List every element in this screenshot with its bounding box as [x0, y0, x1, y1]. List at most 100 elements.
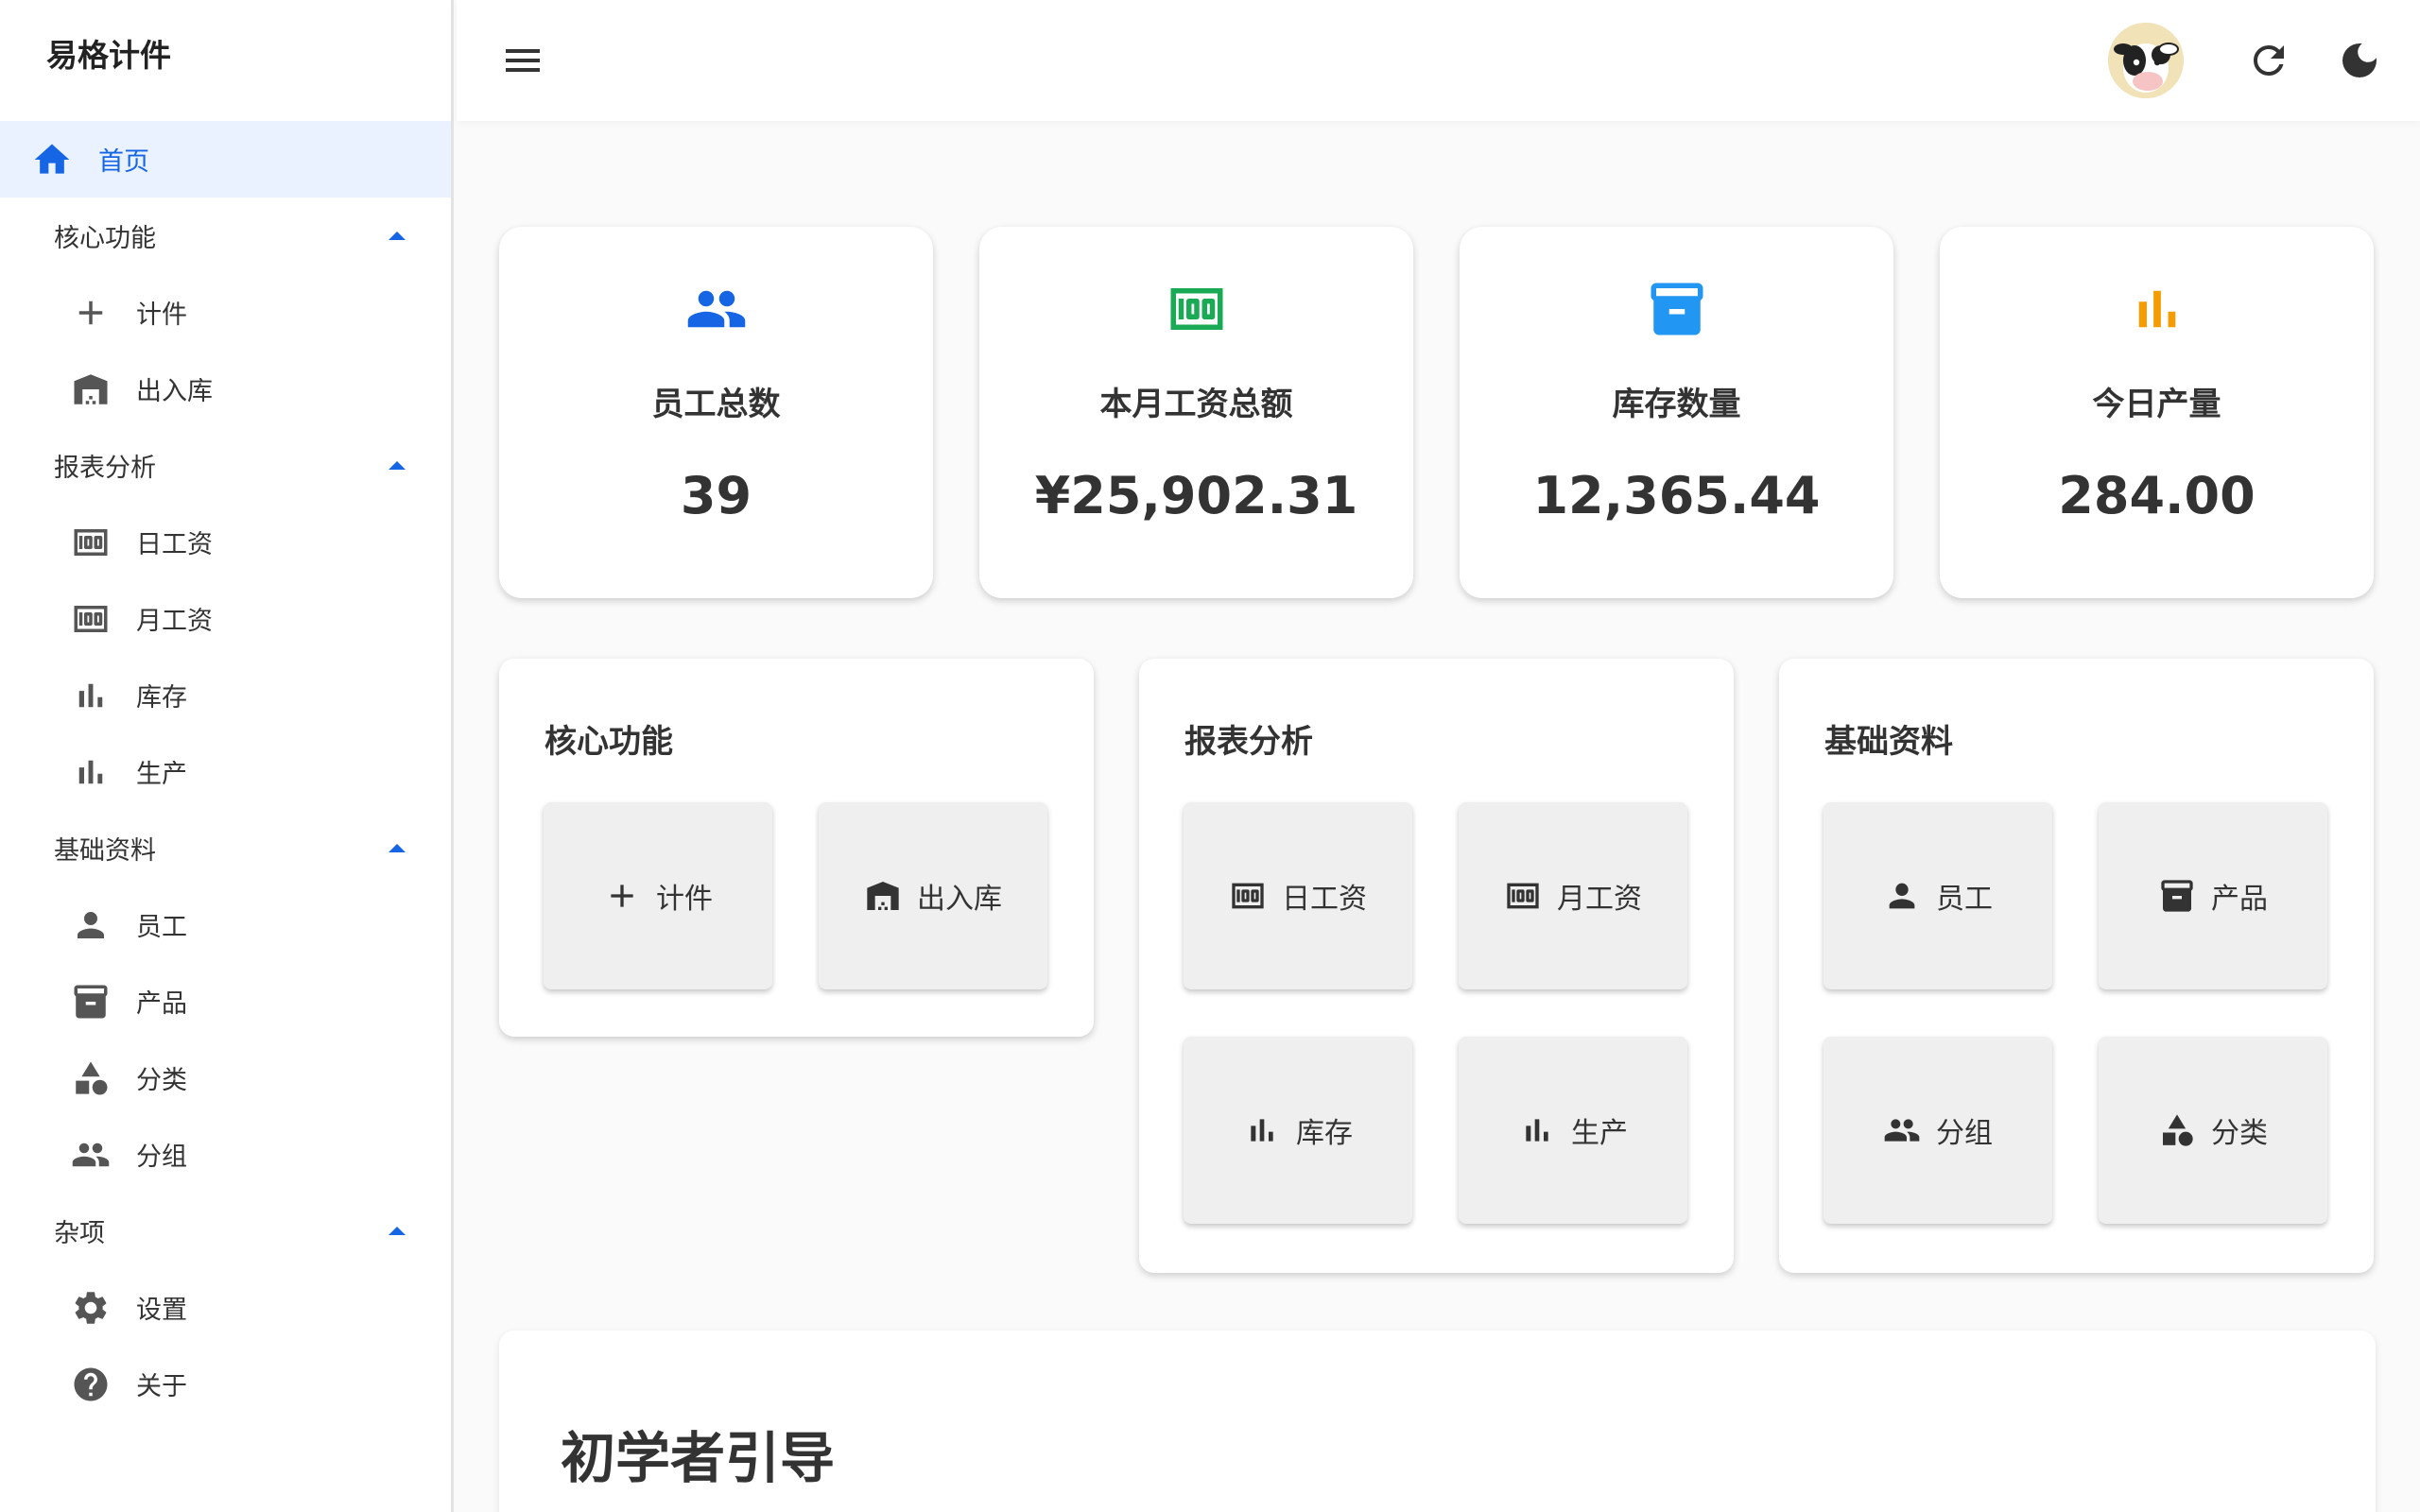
sidebar-item-label: 月工资	[136, 607, 213, 636]
sidebar-item-production[interactable]: 生产	[0, 733, 451, 810]
sidebar: 易格计件 首页 核心功能 计件 出入库 报表分析 日工资 月工资 库存 生产 基…	[0, 0, 454, 1512]
section-core: 核心功能 计件 出入库	[499, 659, 1094, 1037]
tile-label: 日工资	[1282, 883, 1367, 916]
top-bar	[457, 0, 2420, 121]
warehouse-icon	[71, 369, 111, 409]
stat-value: 39	[680, 466, 752, 525]
tile-label: 员工	[1936, 883, 1993, 916]
sidebar-item-label: 员工	[136, 913, 187, 942]
section-reports: 报表分析 日工资 月工资 库存 生产	[1139, 659, 1734, 1273]
sidebar-item-label: 分类	[136, 1066, 187, 1095]
tile-label: 分组	[1936, 1117, 1993, 1150]
tile-label: 产品	[2211, 883, 2268, 916]
plus-icon	[71, 293, 111, 333]
money-icon	[71, 599, 111, 639]
sidebar-item-monthly-wage[interactable]: 月工资	[0, 580, 451, 657]
stat-label: 库存数量	[1612, 386, 1741, 423]
tile-label: 计件	[656, 883, 713, 916]
sidebar-item-label: 分组	[136, 1143, 187, 1172]
sidebar-group-label: 基础资料	[54, 836, 156, 866]
sidebar-item-label: 首页	[98, 147, 149, 177]
sidebar-item-label: 出入库	[136, 377, 213, 406]
bar-chart-icon	[1518, 1111, 1556, 1149]
sidebar-item-piecework[interactable]: 计件	[0, 274, 451, 351]
avatar[interactable]	[2108, 23, 2184, 98]
bar-chart-icon	[71, 752, 111, 792]
money-icon	[1166, 278, 1228, 340]
sidebar-item-products[interactable]: 产品	[0, 963, 451, 1040]
category-icon	[71, 1058, 111, 1098]
sidebar-item-about[interactable]: 关于	[0, 1346, 451, 1422]
tile-groups[interactable]: 分组	[1824, 1037, 2052, 1224]
chevron-up-icon	[389, 1227, 406, 1235]
help-icon	[71, 1365, 111, 1404]
tile-monthly-wage[interactable]: 月工资	[1459, 802, 1687, 989]
sidebar-item-categories[interactable]: 分类	[0, 1040, 451, 1116]
archive-icon	[2158, 877, 2196, 915]
sidebar-item-home[interactable]: 首页	[0, 121, 451, 198]
tile-production[interactable]: 生产	[1459, 1037, 1687, 1224]
sidebar-item-groups[interactable]: 分组	[0, 1116, 451, 1193]
sidebar-item-label: 日工资	[136, 530, 213, 559]
sidebar-group-label: 核心功能	[54, 224, 156, 253]
stats-row: 员工总数 39 本月工资总额 ¥25,902.31 库存数量 12,365.44…	[499, 227, 2376, 600]
stat-value: 284.00	[2058, 466, 2256, 525]
group-icon	[1883, 1111, 1921, 1149]
beginner-guide: 初学者引导	[499, 1331, 2376, 1512]
app-brand: 易格计件	[46, 37, 171, 74]
sidebar-group-core[interactable]: 核心功能	[0, 198, 451, 274]
sidebar-group-misc[interactable]: 杂项	[0, 1193, 451, 1269]
sidebar-item-inout[interactable]: 出入库	[0, 351, 451, 427]
group-icon	[685, 278, 748, 340]
stat-label: 本月工资总额	[1099, 386, 1293, 423]
tile-label: 出入库	[917, 883, 1002, 916]
section-title: 核心功能	[544, 723, 673, 761]
tile-daily-wage[interactable]: 日工资	[1184, 802, 1412, 989]
chevron-up-icon	[389, 844, 406, 852]
money-icon	[1504, 877, 1542, 915]
stat-value: 12,365.44	[1532, 466, 1821, 525]
money-icon	[71, 523, 111, 562]
tile-inventory[interactable]: 库存	[1184, 1037, 1412, 1224]
sidebar-item-settings[interactable]: 设置	[0, 1269, 451, 1346]
tile-employees[interactable]: 员工	[1824, 802, 2052, 989]
sidebar-item-employees[interactable]: 员工	[0, 886, 451, 963]
stat-label: 今日产量	[2092, 386, 2221, 423]
sidebar-group-reports[interactable]: 报表分析	[0, 427, 451, 504]
tile-categories[interactable]: 分类	[2099, 1037, 2327, 1224]
stat-card-employees: 员工总数 39	[499, 227, 933, 598]
bar-chart-icon	[71, 676, 111, 715]
home-icon	[31, 139, 73, 180]
sidebar-item-label: 设置	[136, 1296, 187, 1325]
bar-chart-icon	[2126, 278, 2188, 340]
tile-label: 分类	[2211, 1117, 2268, 1150]
bar-chart-icon	[1243, 1111, 1281, 1149]
person-icon	[71, 905, 111, 945]
tile-label: 生产	[1571, 1117, 1628, 1150]
sidebar-item-daily-wage[interactable]: 日工资	[0, 504, 451, 580]
archive-icon	[71, 982, 111, 1022]
stat-label: 员工总数	[651, 386, 781, 423]
tile-piecework[interactable]: 计件	[544, 802, 772, 989]
section-title: 基础资料	[1824, 723, 1953, 761]
refresh-icon[interactable]	[2246, 38, 2291, 83]
sidebar-item-inventory[interactable]: 库存	[0, 657, 451, 733]
group-icon	[71, 1135, 111, 1175]
sidebar-item-label: 生产	[136, 760, 187, 789]
guide-title: 初学者引导	[561, 1426, 836, 1490]
archive-icon	[1646, 278, 1708, 340]
tile-label: 库存	[1296, 1117, 1353, 1150]
main-content: 员工总数 39 本月工资总额 ¥25,902.31 库存数量 12,365.44…	[457, 0, 2420, 1512]
moon-icon[interactable]	[2337, 38, 2382, 83]
tile-inout[interactable]: 出入库	[819, 802, 1047, 989]
menu-icon[interactable]	[500, 38, 545, 83]
category-icon	[2158, 1111, 2196, 1149]
section-basic: 基础资料 员工 产品 分组 分类	[1779, 659, 2374, 1273]
tile-label: 月工资	[1557, 883, 1642, 916]
warehouse-icon	[864, 877, 902, 915]
sidebar-item-label: 库存	[136, 683, 187, 713]
tile-products[interactable]: 产品	[2099, 802, 2327, 989]
sidebar-group-basic[interactable]: 基础资料	[0, 810, 451, 886]
chevron-up-icon	[389, 232, 406, 240]
stat-card-monthly-wage: 本月工资总额 ¥25,902.31	[979, 227, 1413, 598]
